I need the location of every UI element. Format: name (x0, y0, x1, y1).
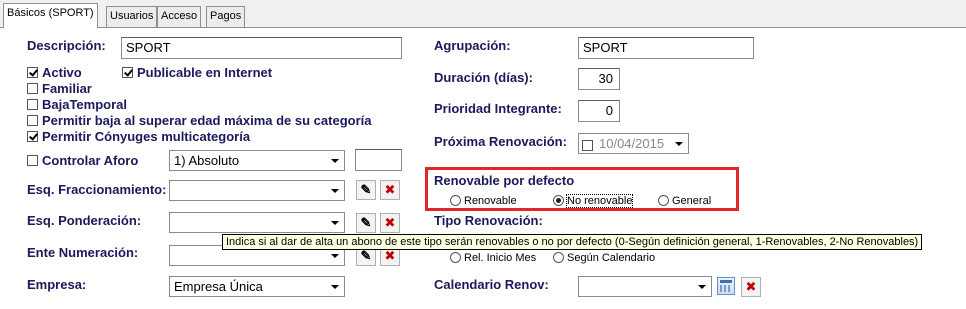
publicable-label: Publicable en Internet (137, 65, 273, 81)
conyuges-checkbox[interactable]: Permitir Cónyuges multicategoría (27, 128, 250, 144)
tooltip: Indica si al dar de alta un abono de est… (222, 234, 923, 250)
radio-segun-calendario[interactable]: Según Calendario (553, 250, 655, 264)
empresa-select[interactable]: Empresa Única (169, 276, 345, 297)
edit-icon[interactable]: ✎ (356, 180, 376, 200)
familiar-checkbox[interactable]: Familiar (27, 80, 92, 96)
proxima-label: Próxima Renovación: (434, 134, 567, 149)
aforo-check-icon[interactable] (27, 155, 38, 167)
agrupacion-input[interactable]: SPORT (578, 37, 754, 59)
radio-segun-calendario-label: Según Calendario (567, 251, 656, 264)
aforo-input[interactable] (355, 149, 402, 171)
delete-icon[interactable]: ✖ (380, 180, 400, 200)
duracion-input[interactable]: 30 (578, 68, 620, 90)
tipo-renovacion-label: Tipo Renovación: (434, 213, 543, 228)
aforo-select-value: 1) Absoluto (174, 153, 240, 168)
aforo-label: Controlar Aforo (42, 153, 139, 169)
familiar-label: Familiar (42, 81, 92, 97)
prioridad-label: Prioridad Integrante: (434, 101, 562, 116)
bajatemporal-label: BajaTemporal (42, 97, 128, 113)
proxima-date-check-icon[interactable] (582, 140, 593, 152)
tab-acceso[interactable]: Acceso (157, 6, 202, 27)
chevron-down-icon[interactable] (327, 278, 343, 295)
agrupacion-label: Agrupación: (434, 38, 511, 53)
activo-checkbox[interactable]: Activo (27, 64, 82, 80)
publicable-check-icon[interactable] (122, 67, 133, 79)
fraccionamiento-select[interactable] (169, 180, 345, 201)
activo-label: Activo (42, 65, 82, 81)
permitir-baja-label: Permitir baja al superar edad máxima de … (42, 113, 372, 129)
permitir-baja-check-icon[interactable] (27, 115, 38, 127)
chevron-down-icon[interactable] (327, 214, 343, 231)
tab-pagos[interactable]: Pagos (206, 6, 246, 27)
proxima-date-value: 10/04/2015 (599, 136, 665, 151)
descripcion-label: Descripción: (27, 38, 106, 53)
conyuges-check-icon[interactable] (27, 131, 38, 143)
radio-rel-inicio-mes-label: Rel. Inicio Mes (464, 251, 537, 264)
radio-rel-inicio-mes-circle[interactable] (450, 252, 461, 264)
chevron-down-icon[interactable] (694, 278, 710, 295)
aforo-checkbox[interactable]: Controlar Aforo (27, 152, 138, 168)
tab-strip: Básicos (SPORT) Usuarios Acceso Pagos (0, 0, 966, 28)
duracion-label: Duración (días): (434, 70, 533, 85)
aforo-select[interactable]: 1) Absoluto (169, 150, 345, 171)
bajatemporal-checkbox[interactable]: BajaTemporal (27, 96, 127, 112)
chevron-down-icon[interactable] (327, 182, 343, 199)
prioridad-input[interactable]: 0 (578, 100, 620, 122)
tab-basicos[interactable]: Básicos (SPORT) (3, 3, 98, 28)
delete-icon[interactable]: ✖ (741, 277, 761, 297)
calendario-label: Calendario Renov: (434, 277, 549, 292)
ponderacion-select[interactable] (169, 212, 345, 233)
tab-usuarios[interactable]: Usuarios (106, 6, 158, 27)
empresa-label: Empresa: (27, 277, 87, 292)
permitir-baja-checkbox[interactable]: Permitir baja al superar edad máxima de … (27, 112, 371, 128)
renovable-highlight-box (425, 167, 739, 211)
familiar-check-icon[interactable] (27, 83, 38, 95)
calendario-select[interactable] (578, 276, 712, 297)
edit-icon[interactable]: ✎ (356, 213, 376, 233)
radio-segun-calendario-circle[interactable] (553, 252, 564, 264)
activo-check-icon[interactable] (27, 67, 38, 79)
bajatemporal-check-icon[interactable] (27, 99, 38, 111)
publicable-checkbox[interactable]: Publicable en Internet (122, 64, 272, 80)
conyuges-label: Permitir Cónyuges multicategoría (42, 129, 251, 145)
proxima-date-picker[interactable]: 10/04/2015 (578, 133, 689, 154)
ponderacion-label: Esq. Ponderación: (27, 213, 142, 228)
numeracion-label: Ente Numeración: (27, 245, 139, 260)
chevron-down-icon[interactable] (327, 152, 343, 169)
calendar-icon[interactable] (717, 277, 735, 295)
chevron-down-icon[interactable] (671, 135, 687, 152)
descripcion-input[interactable]: SPORT (121, 37, 402, 59)
radio-rel-inicio-mes[interactable]: Rel. Inicio Mes (450, 250, 536, 264)
empresa-select-value: Empresa Única (174, 279, 263, 294)
delete-icon[interactable]: ✖ (380, 213, 400, 233)
fraccionamiento-label: Esq. Fraccionamiento: (27, 182, 167, 197)
